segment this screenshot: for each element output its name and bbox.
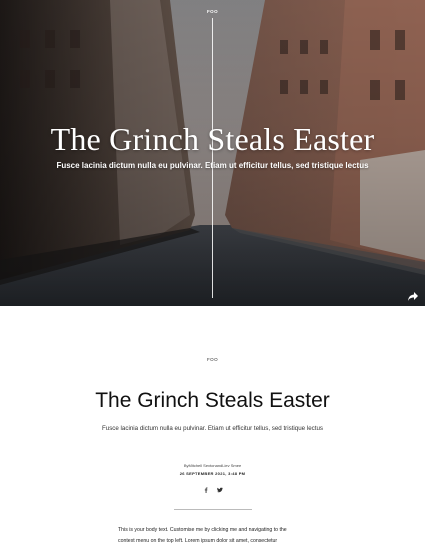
hero-title: The Grinch Steals Easter [50,121,375,157]
social-links [0,480,425,493]
facebook-icon[interactable] [203,480,209,493]
article-byline: ByMitchell SextonandLiev Smee [183,463,242,468]
hero-vertical-line [212,18,213,298]
section-divider [174,509,252,510]
share-arrow-icon[interactable] [407,289,419,301]
hero-category-tag[interactable]: FOO [0,9,425,14]
body-line: context menu on the top left. Lorem ipsu… [118,538,278,544]
article-date: 26 SEPTEMBER 2021, 3:48 PM [179,471,246,476]
article-category-tag[interactable]: FOO [0,357,425,362]
hero-subtitle: Fusce lacinia dictum nulla eu pulvinar. … [56,161,369,170]
twitter-icon[interactable] [216,480,223,493]
article-title: The Grinch Steals Easter [95,389,330,412]
hero-section: FOO The Grinch Steals Easter Fusce lacin… [0,0,425,306]
body-line: This is your body text. Customise me by … [118,527,287,533]
article-subtitle: Fusce lacinia dictum nulla eu pulvinar. … [101,425,324,432]
article-body[interactable]: This is your body text. Customise me by … [118,525,308,545]
